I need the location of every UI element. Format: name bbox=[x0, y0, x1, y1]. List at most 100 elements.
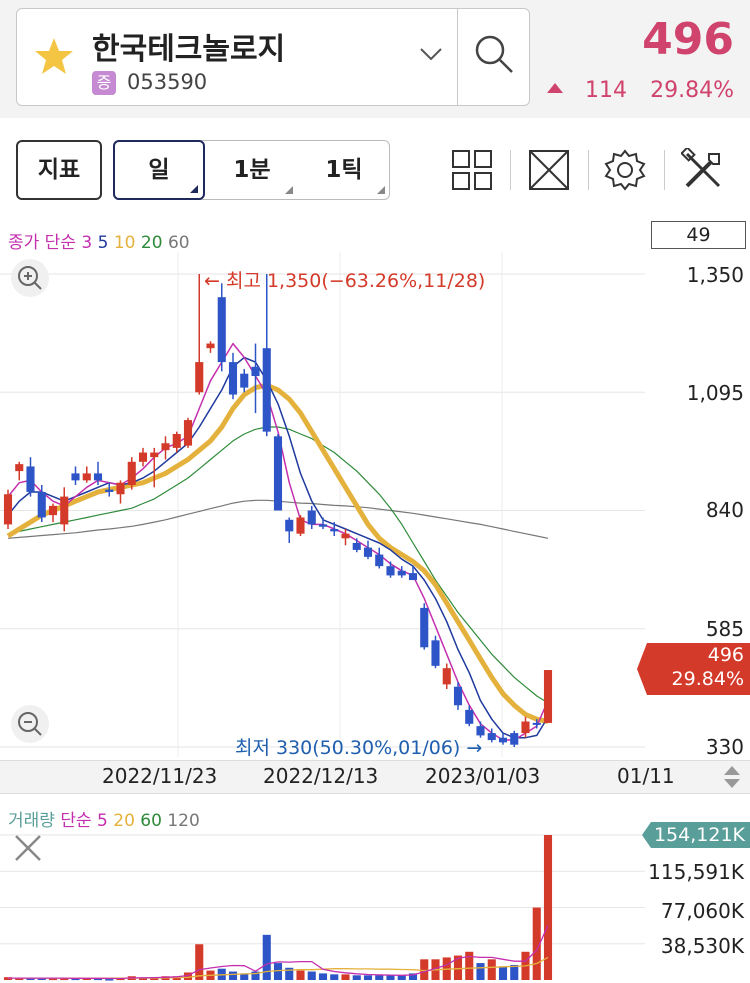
volume-bar bbox=[318, 973, 328, 980]
volume-bar bbox=[487, 959, 496, 980]
y-tick: 585 bbox=[705, 617, 744, 641]
settings-icon[interactable] bbox=[603, 148, 647, 192]
volume-bar bbox=[273, 963, 283, 980]
current-price: 496 bbox=[642, 14, 734, 65]
vol-legend-prefix-a: 거래량 bbox=[8, 811, 55, 831]
vol-y-tick: 38,530K bbox=[660, 934, 744, 958]
candle-body bbox=[408, 573, 418, 581]
tab-1min[interactable]: 1분 bbox=[206, 141, 298, 199]
volume-bar bbox=[330, 974, 339, 980]
candle-body bbox=[487, 733, 496, 741]
candle-body bbox=[26, 466, 35, 492]
volume-bar bbox=[307, 971, 316, 980]
candle-body bbox=[206, 343, 215, 349]
candle-body bbox=[172, 433, 181, 448]
volume-chart bbox=[0, 834, 645, 981]
candle-body bbox=[217, 297, 226, 363]
candle-body bbox=[15, 464, 24, 472]
header-divider bbox=[457, 8, 458, 106]
vol-legend-ma60: 60 bbox=[140, 811, 162, 831]
candle-body bbox=[420, 607, 429, 648]
scroll-arrows-icon[interactable] bbox=[720, 764, 744, 790]
candle-body bbox=[498, 737, 508, 743]
volume-bar bbox=[262, 934, 271, 980]
candle-body bbox=[273, 436, 283, 511]
tab-1min-label: 1분 bbox=[233, 157, 271, 183]
candle-body bbox=[127, 461, 136, 485]
candle-body bbox=[341, 533, 350, 539]
tools-icon[interactable] bbox=[681, 148, 725, 192]
zoom-in-icon[interactable] bbox=[10, 258, 50, 298]
legend-prefix: 종가 단순 bbox=[8, 233, 76, 253]
candle-body bbox=[60, 496, 69, 525]
candle-body bbox=[183, 420, 193, 446]
candle-body bbox=[262, 348, 271, 432]
price-change: 114 bbox=[585, 78, 627, 103]
candle-body bbox=[431, 640, 440, 666]
toolbar-divider bbox=[664, 150, 665, 190]
high-annotation-text: 최고 1,350(−63.26%,11/28) bbox=[225, 270, 486, 292]
current-price-tag: 496 29.84% bbox=[637, 643, 750, 695]
vol-legend-ma5: 5 bbox=[97, 811, 108, 831]
fullscreen-icon[interactable] bbox=[527, 148, 571, 192]
volume-bar bbox=[375, 975, 384, 980]
chevron-down-icon[interactable] bbox=[417, 40, 445, 68]
candle-body bbox=[285, 519, 294, 532]
layout-grid-icon[interactable] bbox=[450, 148, 494, 192]
legend-ma10: 10 bbox=[113, 233, 136, 253]
high-annotation: ← 최고 1,350(−63.26%,11/28) bbox=[204, 266, 485, 293]
market-badge: 증 bbox=[92, 71, 116, 95]
candle-body bbox=[3, 494, 13, 525]
zoom-out-icon[interactable] bbox=[10, 704, 50, 744]
vol-legend-ma120: 120 bbox=[167, 811, 200, 831]
candle-body bbox=[352, 542, 361, 550]
indicator-button[interactable]: 지표 bbox=[16, 140, 102, 200]
legend-ma5: 5 bbox=[97, 233, 109, 253]
vol-legend-ma20: 20 bbox=[113, 811, 135, 831]
candle-body bbox=[116, 482, 125, 495]
legend-ma3: 3 bbox=[81, 233, 93, 253]
x-tick: 2022/11/23 bbox=[102, 764, 218, 788]
x-tick: 2023/01/03 bbox=[425, 764, 541, 788]
candle-body bbox=[442, 668, 451, 685]
candle-body bbox=[82, 473, 91, 481]
volume-bar bbox=[397, 975, 406, 980]
period-selector: 일 1분 1틱 bbox=[113, 140, 390, 200]
candle-body bbox=[71, 473, 80, 481]
favorite-star-icon[interactable] bbox=[34, 36, 74, 76]
tab-1tick-label: 1틱 bbox=[325, 157, 363, 183]
corner-indicator-icon bbox=[285, 186, 293, 194]
candle-body bbox=[397, 570, 406, 576]
tab-day-label: 일 bbox=[148, 157, 170, 183]
candle-body bbox=[48, 505, 58, 516]
price-legend: 종가 단순 3 5 10 20 60 bbox=[8, 228, 190, 253]
candle-body bbox=[251, 366, 260, 377]
candle-body bbox=[228, 362, 238, 395]
tab-day[interactable]: 일 bbox=[113, 140, 205, 200]
low-annotation: 최저 330(50.30%,01/06) → bbox=[235, 733, 482, 760]
candle-body bbox=[521, 721, 530, 734]
candle-body bbox=[543, 670, 553, 723]
current-price-tag-value: 496 bbox=[707, 644, 744, 666]
vol-y-tick: 115,591K bbox=[648, 860, 744, 884]
legend-ma60: 60 bbox=[167, 233, 190, 253]
volume-bar bbox=[476, 963, 485, 980]
visible-count-input[interactable]: 49 bbox=[651, 221, 746, 249]
search-icon[interactable] bbox=[470, 30, 518, 78]
volume-bar bbox=[352, 975, 361, 980]
volume-bar bbox=[228, 971, 238, 980]
candle-body bbox=[240, 373, 249, 388]
x-tick: 01/11 bbox=[617, 764, 675, 788]
candle-body bbox=[105, 489, 114, 492]
tab-1tick[interactable]: 1틱 bbox=[298, 141, 390, 199]
candle-body bbox=[453, 686, 463, 706]
toolbar-divider bbox=[510, 150, 511, 190]
candle-body bbox=[37, 491, 46, 518]
candle-body bbox=[195, 362, 204, 393]
x-tick: 2022/12/13 bbox=[263, 764, 379, 788]
volume-bar bbox=[296, 970, 305, 980]
candle-body bbox=[93, 473, 103, 481]
y-tick: 1,095 bbox=[686, 381, 744, 405]
volume-bar bbox=[195, 944, 204, 980]
candle-body bbox=[318, 524, 328, 527]
